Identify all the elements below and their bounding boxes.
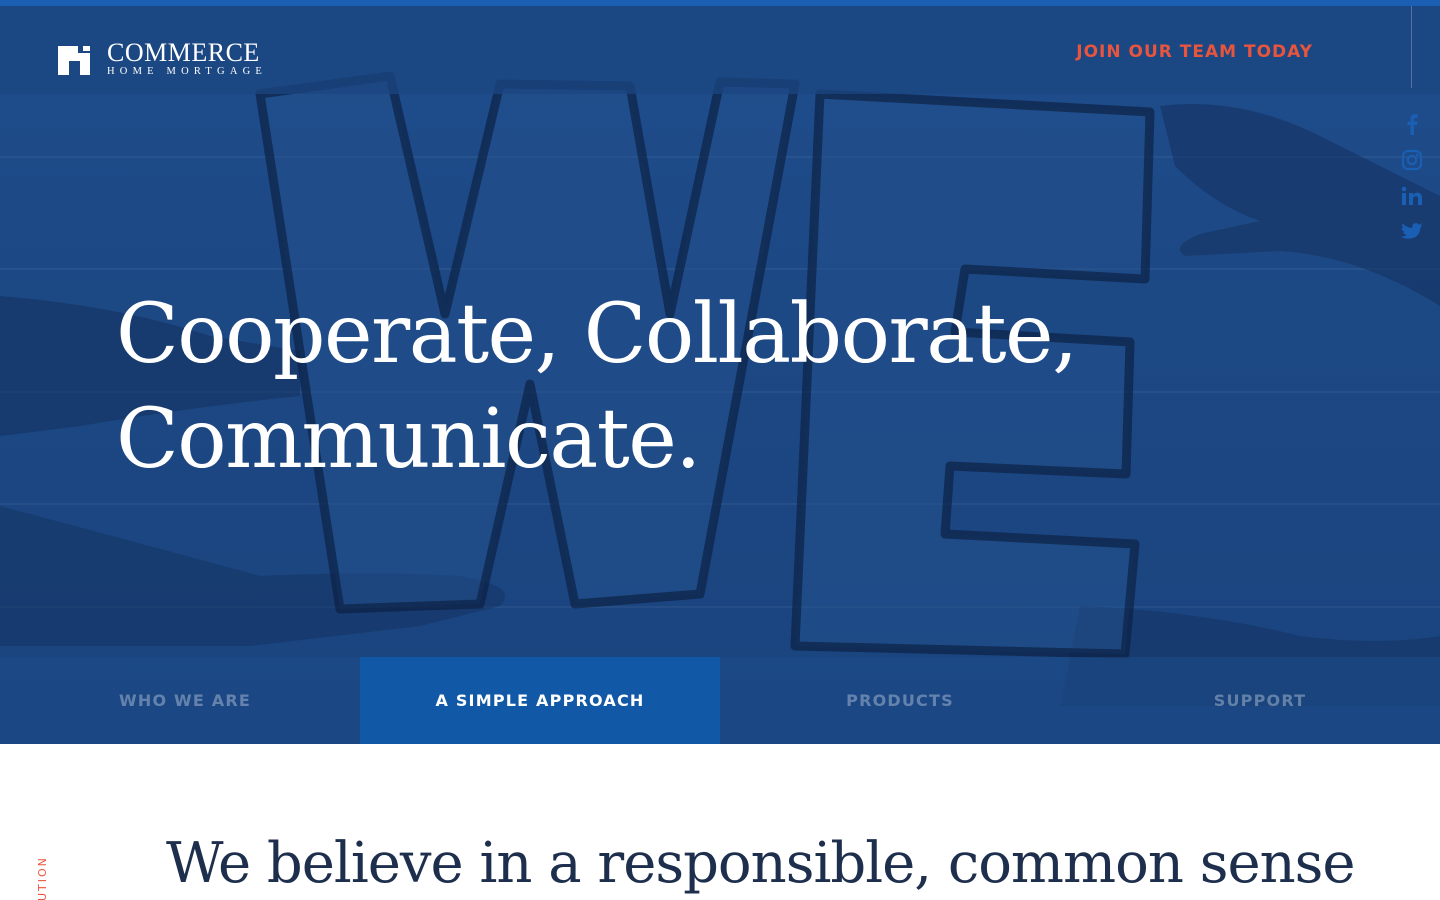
- hero-headline-line2: Communicate.: [116, 392, 701, 487]
- social-links: [1399, 106, 1425, 250]
- hero-headline-line1: Cooperate, Collaborate,: [116, 287, 1078, 382]
- intro-statement: We believe in a responsible, common sens…: [166, 831, 1356, 896]
- linkedin-icon[interactable]: [1399, 178, 1425, 214]
- tab-who-we-are[interactable]: WHO WE ARE: [0, 657, 360, 744]
- brand-tagline: HOME MORTGAGE: [107, 65, 268, 77]
- house-logo-icon: [57, 42, 91, 76]
- facebook-icon[interactable]: [1399, 106, 1425, 142]
- tab-products[interactable]: PRODUCTS: [720, 657, 1080, 744]
- tab-a-simple-approach[interactable]: A SIMPLE APPROACH: [360, 657, 720, 744]
- tab-support[interactable]: SUPPORT: [1080, 657, 1440, 744]
- section-side-label: UTION: [34, 849, 54, 900]
- instagram-icon[interactable]: [1399, 142, 1425, 178]
- brand-name: COMMERCE: [107, 37, 260, 67]
- section-tabs: WHO WE ARE A SIMPLE APPROACH PRODUCTS SU…: [0, 657, 1440, 744]
- twitter-icon[interactable]: [1399, 214, 1425, 250]
- join-our-team-link[interactable]: JOIN OUR TEAM TODAY: [1076, 42, 1313, 62]
- approach-content: UTION We believe in a responsible, commo…: [0, 744, 1440, 900]
- side-label-text: UTION: [36, 856, 49, 900]
- hero-headline: Cooperate, Collaborate, Communicate.: [116, 282, 1216, 492]
- header-divider: [1411, 6, 1412, 88]
- brand-logo[interactable]: COMMERCE HOME MORTGAGE: [57, 39, 267, 79]
- hero-section: COMMERCE HOME MORTGAGE JOIN OUR TEAM TOD…: [0, 6, 1440, 744]
